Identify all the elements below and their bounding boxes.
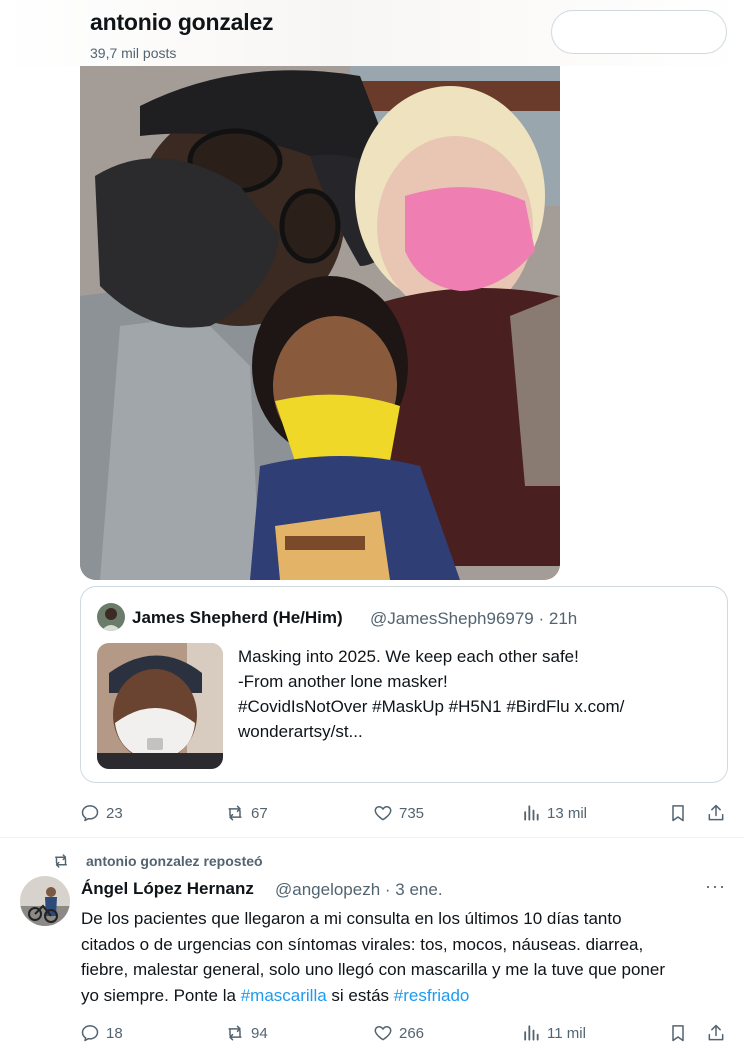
tweet-image[interactable]: [80, 66, 560, 580]
views-button[interactable]: 11 mil: [521, 1021, 586, 1045]
reply-icon: [81, 1025, 99, 1042]
repost-button[interactable]: 94: [225, 1021, 268, 1045]
quoted-tweet[interactable]: James Shepherd (He/Him) @JamesSheph96979…: [80, 586, 728, 783]
profile-header: antonio gonzalez 39,7 mil posts: [0, 0, 744, 66]
quoted-author-name[interactable]: James Shepherd (He/Him): [132, 608, 343, 628]
reply-count: 18: [106, 1024, 123, 1042]
tweet-text: De los pacientes que llegaron a mi consu…: [81, 906, 731, 1008]
quoted-text-line: wonderartsy/st...: [238, 722, 363, 741]
share-icon: [708, 1024, 724, 1041]
views-count: 13 mil: [547, 804, 588, 822]
tweet-text-line: yo siempre. Ponte la #mascarilla si está…: [81, 983, 731, 1009]
repost-icon: [228, 1025, 242, 1041]
bookmark-button[interactable]: [668, 1021, 694, 1045]
text-segment: yo siempre. Ponte la: [81, 985, 241, 1005]
quoted-tweet-text: Masking into 2025. We keep each other sa…: [238, 644, 708, 744]
views-icon: [524, 805, 539, 821]
quoted-author-handle[interactable]: @JamesSheph96979 · 21h: [370, 609, 577, 629]
tweet-text-line: fiebre, malestar general, solo uno llegó…: [81, 960, 665, 979]
repost-icon: [55, 854, 67, 868]
tweet-actions: 23 67 735 13 mil: [80, 801, 744, 825]
more-options-button[interactable]: ···: [705, 876, 726, 897]
like-count: 735: [399, 804, 425, 822]
reply-icon: [81, 805, 99, 822]
repost-label: antonio gonzalez reposteó: [86, 853, 263, 869]
profile-name[interactable]: antonio gonzalez: [90, 9, 274, 36]
repost-count: 67: [251, 804, 268, 822]
views-count: 11 mil: [547, 1024, 586, 1042]
like-button[interactable]: 735: [373, 801, 424, 825]
author-avatar[interactable]: [20, 876, 70, 926]
views-button[interactable]: 13 mil: [521, 801, 587, 825]
hashtag-resfriado[interactable]: #resfriado: [394, 986, 470, 1005]
reply-count: 23: [106, 804, 123, 822]
quoted-text-line: #CovidIsNotOver #MaskUp #H5N1 #BirdFlu x…: [238, 697, 625, 716]
bookmark-icon: [672, 805, 684, 822]
hashtag-mascarilla[interactable]: #mascarilla: [241, 986, 327, 1005]
reply-button[interactable]: 23: [80, 801, 123, 825]
quoted-text-line: -From another lone masker!: [238, 672, 448, 691]
views-icon: [524, 1025, 539, 1041]
repost-icon: [228, 805, 242, 821]
post-count: 39,7 mil posts: [90, 45, 177, 61]
heart-icon: [374, 1026, 392, 1041]
share-button[interactable]: [706, 1021, 732, 1045]
bookmark-icon: [672, 1025, 684, 1042]
like-button[interactable]: 266: [373, 1021, 424, 1045]
repost-button[interactable]: 67: [225, 801, 268, 825]
quoted-text-line: Masking into 2025. We keep each other sa…: [238, 647, 579, 666]
reply-button[interactable]: 18: [80, 1021, 123, 1045]
bookmark-button[interactable]: [668, 801, 694, 825]
text-segment: si estás: [326, 985, 394, 1005]
tweet-text-line: De los pacientes que llegaron a mi consu…: [81, 909, 622, 928]
repost-count: 94: [251, 1024, 268, 1042]
author-name[interactable]: Ángel López Hernanz: [81, 879, 254, 899]
quoted-tweet-image[interactable]: [97, 643, 223, 769]
tweet-actions: 18 94 266 11 mil: [80, 1021, 744, 1045]
like-count: 266: [399, 1024, 425, 1042]
share-icon: [708, 804, 724, 821]
author-handle[interactable]: @angelopezh · 3 ene.: [275, 880, 443, 900]
share-button[interactable]: [706, 801, 732, 825]
heart-icon: [374, 806, 392, 821]
tweet-divider: [0, 837, 744, 838]
quoted-author-avatar[interactable]: [97, 603, 125, 631]
tweet-text-line: citados o de urgencias con síntomas vira…: [81, 934, 644, 954]
header-action-button[interactable]: [551, 10, 727, 54]
repost-context[interactable]: antonio gonzalez reposteó: [52, 852, 263, 870]
